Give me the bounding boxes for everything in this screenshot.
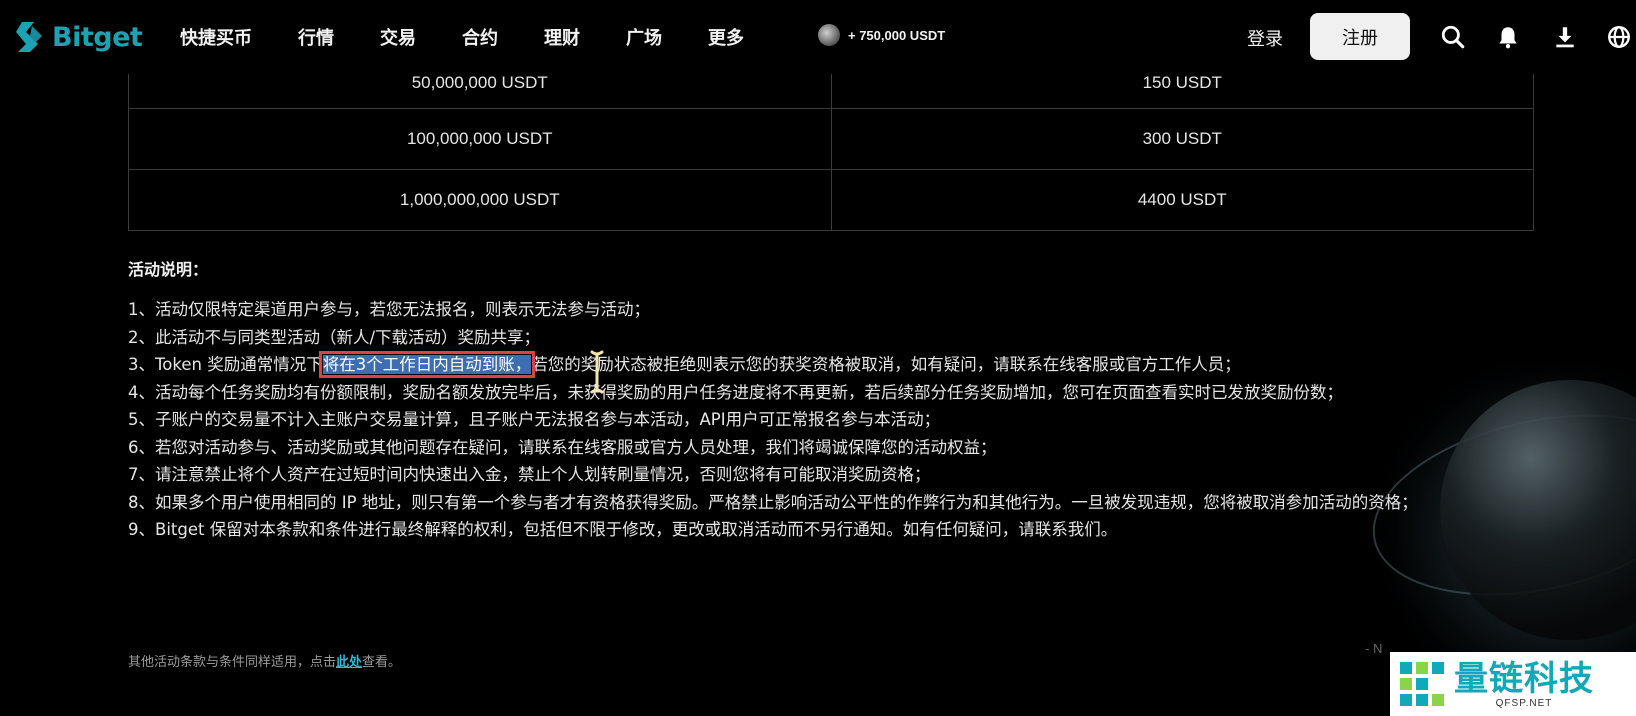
rule3-prefix: 3、Token 奖励通常情况下 [128, 355, 323, 374]
watermark-text: 量链科技 QFSP.NET [1454, 660, 1594, 709]
ghost-text: - N [1365, 641, 1383, 656]
nav-item-square[interactable]: 广场 [626, 24, 662, 50]
rule-item: 7、请注意禁止将个人资产在过短时间内快速出入金，禁止个人划转刷量情况，否则您将有… [128, 465, 931, 484]
table-cell-volume: 100,000,000 USDT [406, 129, 553, 148]
download-icon[interactable] [1552, 24, 1578, 50]
footer-suffix: 查看。 [362, 655, 402, 670]
main-menu: 快捷买币 行情 交易 合约 理财 广场 更多 [180, 24, 790, 50]
promo-text: + 750,000 USDT [848, 27, 946, 43]
table-row: 1,000,000,000 USDT 4400 USDT [129, 169, 1533, 230]
rule-item: 2、此活动不与同类型活动（新人/下载活动）奖励共享； [128, 327, 541, 347]
table-row: 100,000,000 USDT 300 USDT [129, 108, 1533, 169]
rule-item: 9、Bitget 保留对本条款和条件进行最终解释的权利，包括但不限于修改，更改或… [128, 520, 1118, 539]
nav-item-trade[interactable]: 交易 [380, 24, 416, 50]
footer-link[interactable]: 此处 [336, 655, 362, 670]
selected-text-highlight[interactable]: 将在3个工作日内自动到账， [318, 351, 536, 378]
rule-item: 8、如果多个用户使用相同的 IP 地址，则只有第一个参与者才有资格获得奖励。严格… [128, 492, 1418, 512]
bell-icon[interactable] [1495, 24, 1521, 50]
nav-item-quick-buy[interactable]: 快捷买币 [180, 24, 252, 50]
table-cell-reward: 300 USDT [830, 109, 1534, 169]
watermark: 量链科技 QFSP.NET [1390, 652, 1636, 716]
bitget-logo-icon [16, 22, 42, 52]
nav-item-futures[interactable]: 合约 [462, 24, 498, 50]
globe-icon[interactable] [1606, 24, 1632, 50]
login-link[interactable]: 登录 [1247, 25, 1283, 51]
search-icon[interactable] [1440, 24, 1466, 50]
reward-table: 50,000,000 USDT 150 USDT 100,000,000 USD… [128, 58, 1534, 231]
top-nav: Bitget 快捷买币 行情 交易 合约 理财 广场 更多 + 750,000 … [0, 0, 1636, 74]
promo-banner[interactable]: + 750,000 USDT [818, 24, 945, 46]
rule-item: 5、子账户的交易量不计入主账户交易量计算，且子账户无法报名参与本活动，API用户… [128, 410, 941, 429]
table-cell-volume: 1,000,000,000 USDT [399, 190, 560, 209]
watermark-en: QFSP.NET [1495, 697, 1553, 709]
rules-list: 1、活动仅限特定渠道用户参与，若您无法报名，则表示无法参与活动； 2、此活动不与… [128, 296, 1558, 544]
watermark-cn: 量链科技 [1454, 658, 1594, 699]
rule-item-3: 3、Token 奖励通常情况下将在3个工作日内自动到账，若您的奖励状态被拒绝则表… [128, 351, 1558, 379]
nav-item-earn[interactable]: 理财 [544, 24, 580, 50]
promo-icon [818, 24, 840, 46]
watermark-logo-icon [1400, 662, 1444, 706]
bitget-logo[interactable]: Bitget [16, 16, 143, 58]
rule-item: 4、活动每个任务奖励均有份额限制，奖励名额发放完毕后，未获得奖励的用户任务进度将… [128, 382, 1343, 402]
description-title: 活动说明： [128, 260, 209, 279]
logo-text: Bitget [52, 21, 143, 53]
rule-item: 1、活动仅限特定渠道用户参与，若您无法报名，则表示无法参与活动； [128, 300, 650, 319]
nav-item-markets[interactable]: 行情 [298, 24, 334, 50]
table-cell-reward: 4400 USDT [830, 170, 1534, 230]
text-cursor-icon [590, 350, 604, 394]
rule3-suffix: 若您的奖励状态被拒绝则表示您的获奖资格被取消，如有疑问，请联系在线客服或官方工作… [531, 355, 1241, 374]
nav-item-more[interactable]: 更多 [708, 24, 744, 50]
footer-note: 其他活动条款与条件同样适用，点击此处查看。 [128, 651, 401, 670]
footer-prefix: 其他活动条款与条件同样适用，点击 [128, 655, 337, 670]
rule-item: 6、若您对活动参与、活动奖励或其他问题存在疑问，请联系在线客服或官方人员处理，我… [128, 437, 997, 457]
register-button[interactable]: 注册 [1310, 13, 1410, 60]
